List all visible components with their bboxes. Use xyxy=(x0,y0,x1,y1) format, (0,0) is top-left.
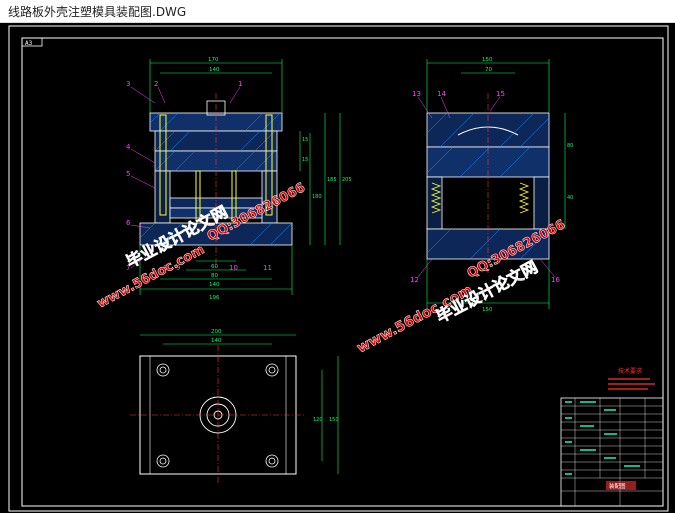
balloon-16: 16 xyxy=(551,276,560,284)
side-spacer-left xyxy=(426,176,443,230)
outer-border xyxy=(8,25,669,512)
balloon-11: 11 xyxy=(263,264,272,272)
return-springs xyxy=(430,182,530,214)
balloon-14: 14 xyxy=(437,90,446,98)
balloon-5: 5 xyxy=(126,170,130,178)
dim-205: 205 xyxy=(342,177,352,183)
side-view[interactable]: 150 70 80 40 150 13 14 15 12 16 xyxy=(410,57,573,313)
side-spacer-right xyxy=(533,176,550,230)
dim-15b: 15 xyxy=(302,157,308,163)
dim-60: 60 xyxy=(211,264,218,270)
balloon-12: 12 xyxy=(410,276,419,284)
balloon-3: 3 xyxy=(126,80,130,88)
title-bar: 线路板外壳注塑模具装配图.DWG xyxy=(0,0,675,23)
side-dim-40: 40 xyxy=(567,195,573,201)
plan-dim-120: 120 xyxy=(313,417,323,423)
balloon-6: 6 xyxy=(126,219,131,227)
plan-dim-200: 200 xyxy=(211,329,222,335)
dim-140: 140 xyxy=(209,67,220,73)
side-dim-150: 150 xyxy=(482,57,493,63)
side-dim-80: 80 xyxy=(567,143,573,149)
dim-170: 170 xyxy=(208,57,219,63)
balloon-15: 15 xyxy=(496,90,505,98)
cad-drawing: A3 170 140 15 15 185 205 180 60 80 140 1… xyxy=(8,25,669,512)
tech-notes-title: 技术要求 xyxy=(618,367,642,375)
watermark-site-2: www.56doc.com xyxy=(354,282,475,356)
tech-notes-lines xyxy=(608,378,655,390)
balloon-10: 10 xyxy=(229,264,238,272)
plan-view[interactable]: 200 140 120 150 xyxy=(130,329,339,485)
dim-140-bottom: 140 xyxy=(209,282,220,288)
side-dim-70: 70 xyxy=(485,67,492,73)
tech-notes: 技术要求 xyxy=(608,367,655,390)
plan-dim-150: 150 xyxy=(329,417,339,423)
frame-tag: A3 xyxy=(25,40,33,47)
title-block-label: 装配图 xyxy=(609,482,626,490)
balloon-13: 13 xyxy=(412,90,421,98)
balloon-1: 1 xyxy=(238,80,242,88)
inner-border xyxy=(21,37,664,507)
side-dim-150-bottom: 150 xyxy=(482,307,493,313)
balloon-4: 4 xyxy=(126,143,131,151)
dim-196: 196 xyxy=(209,295,220,301)
plan-bolt-holes xyxy=(156,363,279,468)
dim-185: 185 xyxy=(327,177,337,183)
dim-180: 180 xyxy=(312,194,322,200)
window-title: 线路板外壳注塑模具装配图.DWG xyxy=(8,5,187,19)
balloon-2: 2 xyxy=(154,80,158,88)
dim-80: 80 xyxy=(211,273,218,279)
dim-15a: 15 xyxy=(302,137,308,143)
title-block: 装配图 xyxy=(560,397,664,507)
plan-dim-140: 140 xyxy=(211,338,222,344)
drawing-canvas[interactable]: A3 170 140 15 15 185 205 180 60 80 140 1… xyxy=(0,23,675,513)
